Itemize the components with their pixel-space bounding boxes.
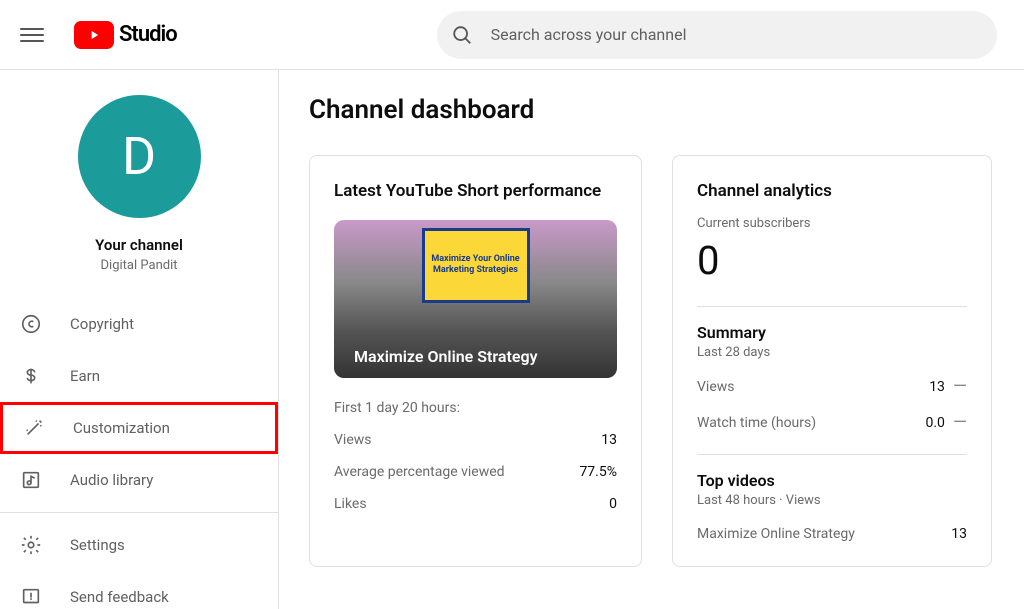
- sidebar-item-label: Copyright: [70, 315, 134, 333]
- analytics-value: 13: [929, 379, 945, 395]
- feedback-icon: [20, 586, 42, 608]
- top-video-label: Maximize Online Strategy: [697, 526, 855, 542]
- header: Studio: [0, 0, 1024, 70]
- sidebar-item-label: Customization: [73, 419, 170, 437]
- sidebar: D Your channel Digital Pandit Copyright …: [0, 70, 279, 609]
- analytics-label: Watch time (hours): [697, 415, 816, 431]
- sidebar-item-copyright[interactable]: Copyright: [0, 298, 278, 350]
- youtube-play-icon: [74, 21, 114, 49]
- stat-row: Views 13: [334, 432, 617, 448]
- stat-row: Average percentage viewed 77.5%: [334, 464, 617, 480]
- analytics-label: Views: [697, 379, 735, 395]
- logo-text: Studio: [119, 22, 177, 47]
- channel-analytics-card: Channel analytics Current subscribers 0 …: [672, 155, 992, 567]
- copyright-icon: [20, 313, 42, 335]
- avatar[interactable]: D: [78, 95, 201, 218]
- analytics-row: Watch time (hours) 0.0 —: [697, 414, 967, 432]
- card-title: Channel analytics: [697, 180, 967, 204]
- top-videos-subtitle: Last 48 hours · Views: [697, 493, 967, 508]
- analytics-value: 0.0: [926, 415, 945, 431]
- stat-row: Likes 0: [334, 496, 617, 512]
- sidebar-item-earn[interactable]: Earn: [0, 350, 278, 402]
- top-video-value: 13: [951, 526, 967, 542]
- search-bar[interactable]: [437, 11, 997, 59]
- sidebar-item-settings[interactable]: Settings: [0, 519, 278, 571]
- stat-label: Likes: [334, 496, 367, 512]
- stat-value: 77.5%: [579, 464, 617, 480]
- subscribers-label: Current subscribers: [697, 216, 967, 231]
- summary-subtitle: Last 28 days: [697, 345, 967, 360]
- stat-value: 13: [601, 432, 617, 448]
- studio-logo[interactable]: Studio: [74, 21, 177, 49]
- dollar-icon: [20, 365, 42, 387]
- content: Channel dashboard Latest YouTube Short p…: [279, 70, 1024, 609]
- channel-info: D Your channel Digital Pandit: [0, 70, 278, 288]
- sidebar-item-audio-library[interactable]: Audio library: [0, 454, 278, 506]
- wand-icon: [23, 417, 45, 439]
- latest-short-card: Latest YouTube Short performance Maximiz…: [309, 155, 642, 567]
- trend-indicator: —: [953, 414, 967, 432]
- stat-value: 0: [609, 496, 617, 512]
- channel-label: Your channel: [95, 236, 183, 254]
- analytics-row: Views 13 —: [697, 378, 967, 396]
- trend-indicator: —: [953, 378, 967, 396]
- hamburger-menu-icon[interactable]: [20, 23, 44, 47]
- thumbnail-text: Maximize Your Online Marketing Strategie…: [422, 228, 530, 303]
- search-input[interactable]: [491, 25, 983, 44]
- top-videos-title: Top videos: [697, 471, 967, 490]
- stat-label: Views: [334, 432, 372, 448]
- subscribers-count: 0: [697, 237, 967, 284]
- first-period-label: First 1 day 20 hours:: [334, 400, 617, 416]
- gear-icon: [20, 534, 42, 556]
- sidebar-item-label: Send feedback: [70, 588, 169, 606]
- search-icon: [451, 24, 473, 46]
- top-video-row[interactable]: Maximize Online Strategy 13: [697, 526, 967, 542]
- video-title-overlay: Maximize Online Strategy: [334, 335, 558, 378]
- sidebar-item-customization[interactable]: Customization: [0, 402, 278, 454]
- channel-name: Digital Pandit: [101, 258, 178, 273]
- card-title: Latest YouTube Short performance: [334, 180, 617, 204]
- music-icon: [20, 469, 42, 491]
- page-title: Channel dashboard: [309, 95, 994, 125]
- video-thumbnail[interactable]: Maximize Your Online Marketing Strategie…: [334, 220, 617, 378]
- sidebar-item-label: Audio library: [70, 471, 153, 489]
- summary-title: Summary: [697, 323, 967, 342]
- sidebar-item-label: Earn: [70, 367, 100, 385]
- stat-label: Average percentage viewed: [334, 464, 505, 480]
- sidebar-item-feedback[interactable]: Send feedback: [0, 571, 278, 609]
- sidebar-item-label: Settings: [70, 536, 125, 554]
